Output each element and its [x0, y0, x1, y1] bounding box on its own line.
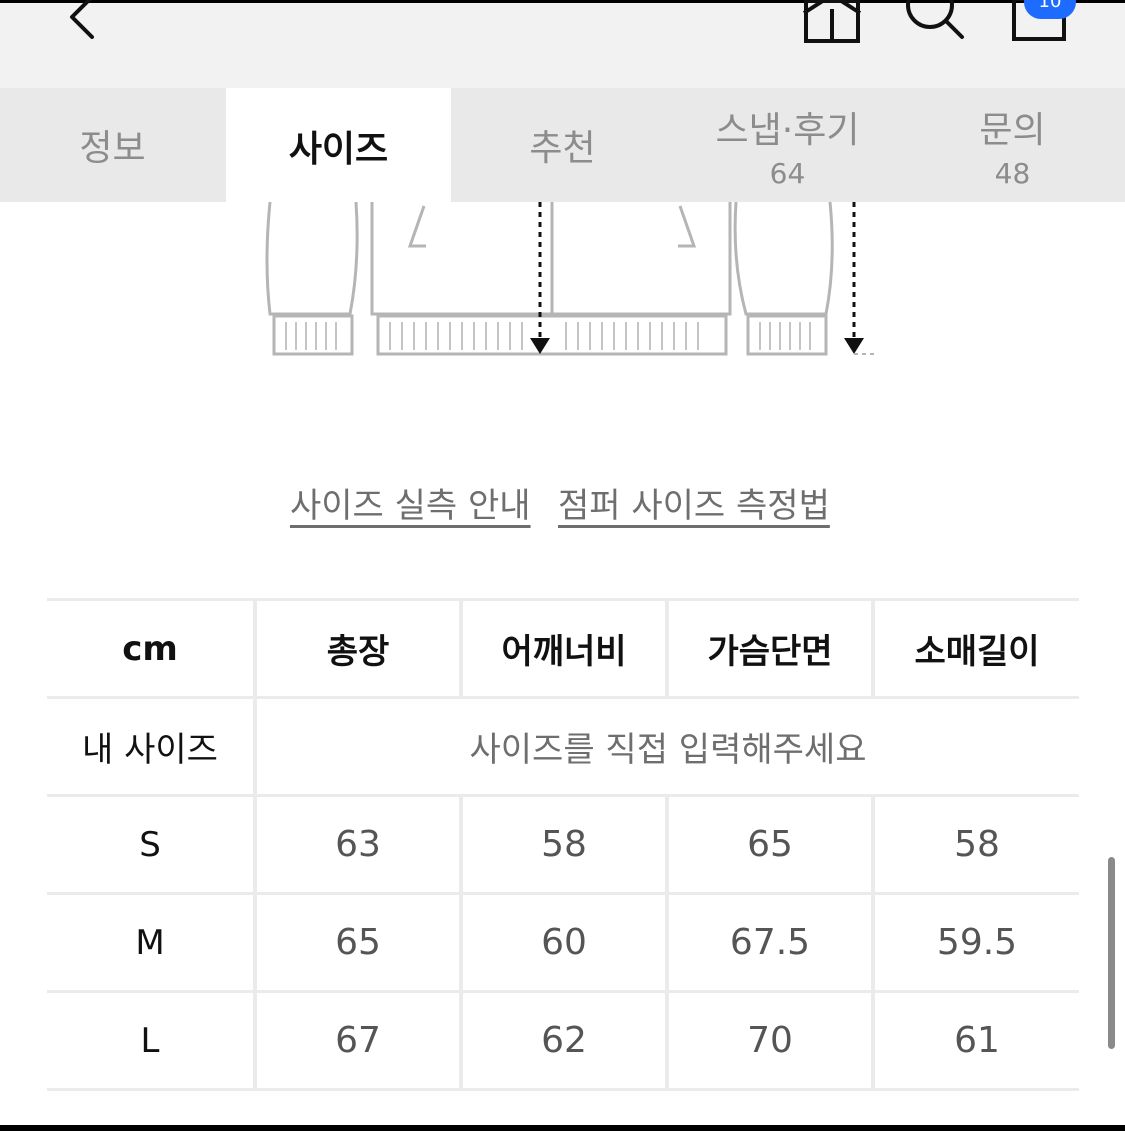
table-row: M 65 60 67.5 59.5	[47, 893, 1079, 993]
my-size-row: 내 사이즈 사이즈를 직접 입력해주세요	[47, 697, 1079, 797]
size-label: S	[47, 795, 257, 895]
column-header: 소매길이	[873, 598, 1079, 699]
tab-inquiry[interactable]: 문의 48	[900, 88, 1125, 202]
size-label: M	[47, 893, 257, 993]
column-header: 가슴단면	[667, 598, 875, 699]
tab-count: 48	[994, 156, 1031, 190]
table-cell: 65	[255, 893, 463, 993]
table-cell: 65	[667, 795, 875, 895]
tab-count: 64	[769, 156, 806, 190]
top-nav-bar: 10	[0, 0, 1125, 88]
tab-label: 문의	[979, 109, 1046, 151]
screen-bottom-edge	[0, 1125, 1125, 1131]
measure-method-link[interactable]: 점퍼 사이즈 측정법	[558, 478, 830, 527]
tab-label: 스냅·후기	[715, 109, 860, 151]
size-label: L	[47, 991, 257, 1091]
table-cell: 67	[255, 991, 463, 1091]
table-cell: 60	[461, 893, 669, 993]
table-cell: 62	[461, 991, 669, 1091]
home-icon[interactable]	[800, 0, 864, 47]
table-cell: 58	[461, 795, 669, 895]
jacket-measurement-diagram	[265, 202, 874, 356]
tab-info[interactable]: 정보	[0, 88, 225, 202]
table-cell: 58	[873, 795, 1079, 895]
tab-size[interactable]: 사이즈	[226, 88, 451, 204]
search-icon[interactable]	[900, 0, 970, 47]
back-icon[interactable]	[60, 0, 104, 43]
tab-recommend[interactable]: 추천	[450, 88, 675, 202]
tab-snap-review[interactable]: 스냅·후기 64	[675, 88, 900, 202]
table-cell: 67.5	[667, 893, 875, 993]
tab-label: 정보	[79, 128, 146, 169]
table-header-row: cm 총장 어깨너비 가슴단면 소매길이	[47, 598, 1079, 699]
column-header: 총장	[255, 598, 463, 699]
table-row: S 63 58 65 58	[47, 795, 1079, 895]
cart-count-badge: 10	[1024, 0, 1076, 19]
size-guide-link[interactable]: 사이즈 실측 안내	[290, 478, 531, 527]
tab-label: 추천	[529, 128, 596, 169]
table-cell: 70	[667, 991, 875, 1091]
tab-label: 사이즈	[288, 129, 389, 170]
table-row: L 67 62 70 61	[47, 991, 1079, 1091]
size-table: cm 총장 어깨너비 가슴단면 소매길이 내 사이즈 사이즈를 직접 입력해주세…	[47, 598, 1079, 1091]
product-tab-bar: 정보 사이즈 추천 스냅·후기 64 문의 48	[0, 88, 1125, 204]
table-cell: 59.5	[873, 893, 1079, 993]
my-size-input[interactable]: 사이즈를 직접 입력해주세요	[255, 697, 1079, 797]
my-size-label: 내 사이즈	[47, 697, 257, 797]
unit-label: cm	[47, 598, 257, 699]
column-header: 어깨너비	[461, 598, 669, 699]
size-guide-links: 사이즈 실측 안내 점퍼 사이즈 측정법	[0, 478, 1125, 527]
table-cell: 63	[255, 795, 463, 895]
scrollbar-thumb[interactable]	[1108, 857, 1115, 1049]
table-cell: 61	[873, 991, 1079, 1091]
